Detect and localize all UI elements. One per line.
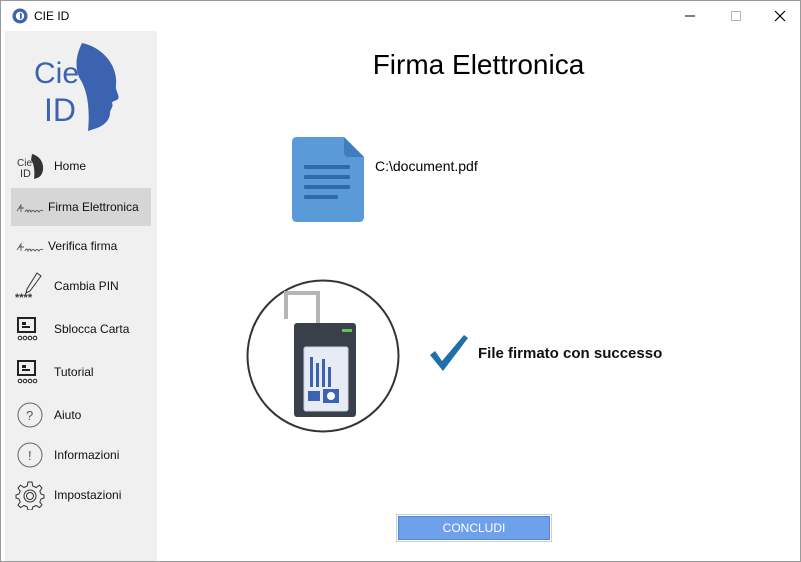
page-title: Firma Elettronica [372, 49, 585, 80]
minimize-icon [685, 15, 695, 17]
help-icon: ? [17, 402, 43, 428]
app-window: CIE ID Cie ID Cie ID Home Firma Elettron… [0, 0, 801, 562]
minimize-button[interactable] [667, 1, 713, 31]
pen-pin-icon: **** [15, 272, 42, 301]
close-button[interactable] [757, 1, 800, 31]
sidebar-item-label: Aiuto [54, 408, 82, 422]
svg-text:Cie: Cie [34, 57, 79, 90]
sidebar-item-label: Home [54, 159, 87, 173]
cie-id-logo: Cie ID [34, 43, 119, 131]
sidebar-item-informazioni[interactable]: ! Informazioni [11, 436, 151, 474]
sidebar-item-label: Tutorial [54, 365, 94, 379]
info-icon: ! [17, 442, 43, 468]
close-icon [774, 10, 786, 22]
sidebar-item-label: Impostazioni [54, 488, 122, 502]
status-message: File firmato con successo [478, 345, 663, 362]
card-unlock-icon [17, 317, 38, 341]
sidebar-item-label: Verifica firma [48, 239, 118, 253]
sidebar: Cie ID Cie ID Home Firma Elettronica Ver… [5, 31, 157, 561]
checkmark-icon [430, 335, 468, 371]
sidebar-item-impostazioni[interactable]: Impostazioni [11, 476, 151, 514]
sidebar-item-tutorial[interactable]: Tutorial [11, 353, 151, 391]
file-path: C:\document.pdf [375, 158, 478, 174]
cie-id-icon: Cie ID [17, 154, 44, 180]
sidebar-item-firma-elettronica[interactable]: Firma Elettronica [11, 188, 151, 226]
signature-icon [16, 203, 44, 214]
sidebar-item-label: Cambia PIN [54, 279, 119, 293]
tutorial-icon [17, 360, 38, 384]
sidebar-item-aiuto[interactable]: ? Aiuto [11, 396, 151, 434]
svg-text:ID: ID [20, 168, 31, 180]
sidebar-item-cambia-pin[interactable]: **** Cambia PIN [11, 267, 151, 305]
sidebar-item-verifica-firma[interactable]: Verifica firma [11, 227, 151, 265]
app-icon [12, 8, 28, 24]
sidebar-item-home[interactable]: Cie ID Home [11, 147, 151, 185]
sidebar-item-label: Informazioni [54, 448, 120, 462]
svg-text:?: ? [26, 408, 33, 423]
svg-text:****: **** [15, 292, 33, 301]
signature-icon [16, 242, 44, 253]
sidebar-item-label: Firma Elettronica [48, 200, 139, 214]
sidebar-item-label: Sblocca Carta [54, 322, 130, 336]
window-title: CIE ID [34, 9, 70, 23]
svg-text:!: ! [28, 448, 32, 463]
card-reader-illustration [246, 279, 400, 433]
title-bar[interactable]: CIE ID [1, 1, 800, 31]
concludi-button[interactable]: CONCLUDI [396, 514, 552, 542]
gear-icon [15, 481, 45, 510]
maximize-button[interactable] [713, 1, 759, 31]
maximize-icon [731, 11, 741, 21]
sidebar-item-sblocca-carta[interactable]: Sblocca Carta [11, 310, 151, 348]
document-icon [292, 137, 364, 222]
svg-text:ID: ID [44, 92, 76, 128]
